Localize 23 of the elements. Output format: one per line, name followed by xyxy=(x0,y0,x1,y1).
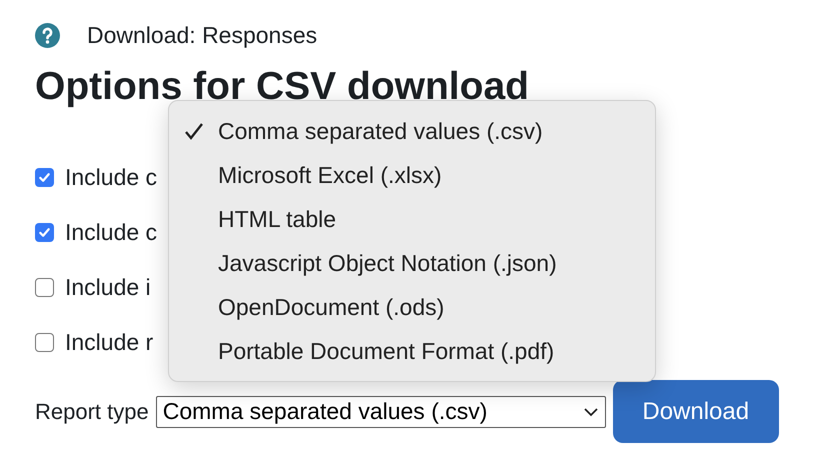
menu-item[interactable]: Comma separated values (.csv) xyxy=(169,109,655,153)
checkbox-label: Include c xyxy=(65,218,158,246)
menu-item[interactable]: OpenDocument (.ods) xyxy=(169,285,655,329)
help-icon[interactable] xyxy=(35,22,60,48)
checkbox-label: Include c xyxy=(65,164,158,190)
checkbox-label: Include r xyxy=(65,328,154,356)
field-label: Report type xyxy=(35,398,149,424)
checkbox[interactable] xyxy=(35,332,54,352)
menu-item[interactable]: HTML table xyxy=(169,197,655,241)
checkbox-label: Include i xyxy=(65,274,151,300)
page-heading: Options for CSV download xyxy=(35,64,530,110)
chevron-icon xyxy=(582,406,599,416)
checkmark-icon xyxy=(38,226,51,238)
page-subtitle: Download: Responses xyxy=(87,22,318,48)
menu-item[interactable]: Javascript Object Notation (.json) xyxy=(169,241,655,285)
download-button[interactable]: Download xyxy=(612,380,779,443)
checkbox[interactable] xyxy=(35,168,54,186)
checkmark-icon xyxy=(38,170,51,184)
menu-item[interactable]: Microsoft Excel (.xlsx) xyxy=(169,153,655,197)
report-type-select[interactable]: Comma separated values (.csv) xyxy=(156,396,606,428)
checkbox[interactable] xyxy=(35,278,54,296)
checkbox[interactable] xyxy=(35,222,54,242)
menu-item[interactable]: Portable Document Format (.pdf) xyxy=(169,329,655,373)
